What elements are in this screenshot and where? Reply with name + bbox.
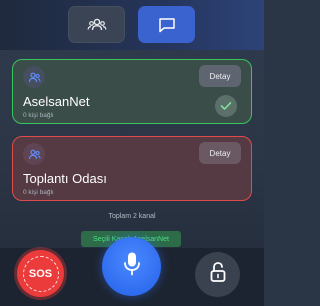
channel-member-count: 0 kişi bağlı: [23, 112, 54, 119]
tab-users[interactable]: [68, 6, 125, 43]
group-icon: [23, 143, 45, 165]
unlock-icon: [209, 261, 227, 288]
check-icon: [215, 95, 237, 117]
app-screen: Detay AselsanNet 0 kişi bağlı Detay Topl…: [0, 0, 264, 306]
push-to-talk-button[interactable]: [102, 237, 161, 296]
detail-button[interactable]: Detay: [199, 65, 241, 87]
chat-icon: [158, 17, 176, 33]
channel-card-aselsannet[interactable]: Detay AselsanNet 0 kişi bağlı: [12, 59, 252, 124]
lock-toggle-button[interactable]: [195, 252, 240, 297]
channel-card-toplanti-odasi[interactable]: Detay Toplantı Odası 0 kişi bağlı: [12, 136, 252, 201]
channel-name: Toplantı Odası: [23, 171, 107, 186]
top-tab-bar: [0, 0, 264, 50]
channel-total: Toplam 2 kanal: [108, 213, 156, 220]
channel-name: AselsanNet: [23, 94, 90, 109]
microphone-icon: [122, 251, 142, 282]
group-icon: [23, 66, 45, 88]
sos-label: SOS: [22, 255, 59, 292]
channel-member-count: 0 kişi bağlı: [23, 189, 54, 196]
sos-button[interactable]: SOS: [17, 250, 64, 297]
tab-chat[interactable]: [138, 6, 195, 43]
detail-button[interactable]: Detay: [199, 142, 241, 164]
users-icon: [87, 17, 107, 33]
